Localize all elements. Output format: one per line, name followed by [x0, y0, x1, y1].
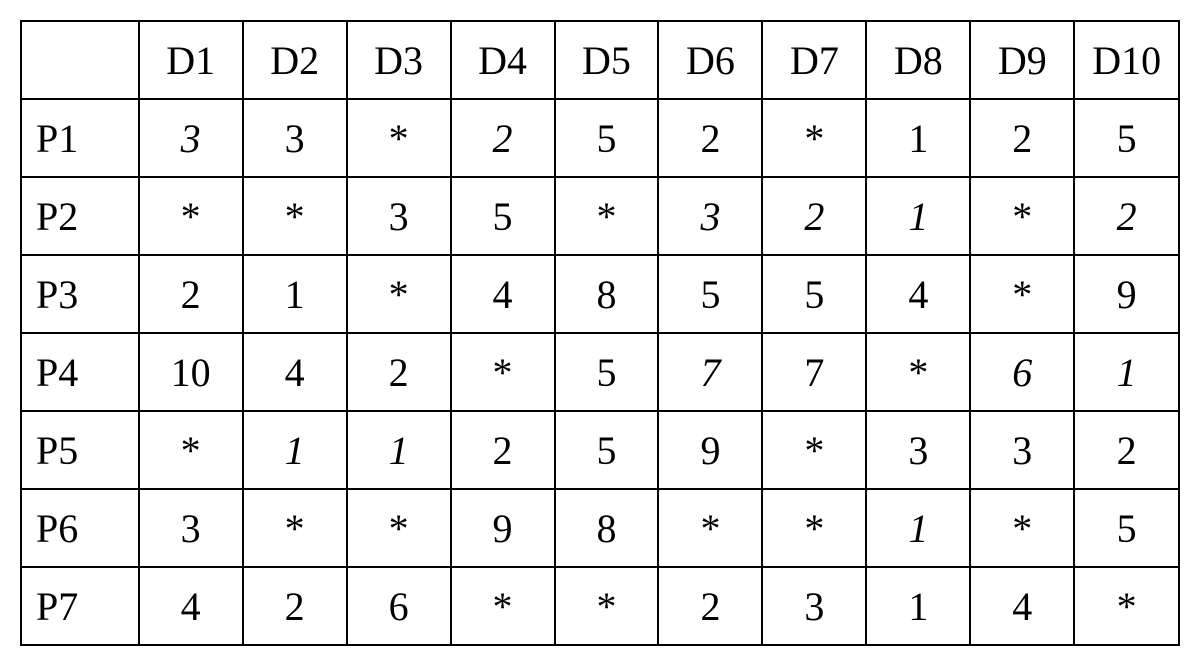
cell: * — [658, 489, 762, 567]
cell: * — [555, 177, 659, 255]
cell: 6 — [970, 333, 1074, 411]
cell: * — [451, 333, 555, 411]
row-header: P2 — [21, 177, 139, 255]
cell: 1 — [866, 567, 970, 645]
cell: 5 — [555, 411, 659, 489]
col-header: D10 — [1074, 21, 1179, 99]
cell: 2 — [139, 255, 243, 333]
cell: 3 — [243, 99, 347, 177]
cell: 1 — [243, 411, 347, 489]
row-header: P7 — [21, 567, 139, 645]
row-header: P5 — [21, 411, 139, 489]
data-table: D1 D2 D3 D4 D5 D6 D7 D8 D9 D10 P133*252*… — [20, 20, 1180, 646]
col-header: D7 — [762, 21, 866, 99]
cell: 1 — [866, 489, 970, 567]
table-row: P321*48554*9 — [21, 255, 1179, 333]
cell: 3 — [658, 177, 762, 255]
col-header: D8 — [866, 21, 970, 99]
col-header: D2 — [243, 21, 347, 99]
cell: 5 — [451, 177, 555, 255]
cell: 1 — [347, 411, 451, 489]
cell: 3 — [139, 489, 243, 567]
table-row: P5*11259*332 — [21, 411, 1179, 489]
row-header: P3 — [21, 255, 139, 333]
cell: * — [762, 411, 866, 489]
cell: * — [555, 567, 659, 645]
cell: * — [347, 99, 451, 177]
cell: 4 — [451, 255, 555, 333]
cell: 8 — [555, 255, 659, 333]
col-header: D6 — [658, 21, 762, 99]
cell: * — [243, 489, 347, 567]
cell: * — [139, 177, 243, 255]
cell: 5 — [1074, 489, 1179, 567]
cell: 2 — [658, 567, 762, 645]
cell: 8 — [555, 489, 659, 567]
cell: 5 — [762, 255, 866, 333]
cell: 4 — [866, 255, 970, 333]
cell: 2 — [1074, 411, 1179, 489]
cell: 9 — [1074, 255, 1179, 333]
cell: * — [970, 177, 1074, 255]
col-header: D1 — [139, 21, 243, 99]
cell: 1 — [243, 255, 347, 333]
cell: 3 — [970, 411, 1074, 489]
cell: 2 — [658, 99, 762, 177]
table-row: P133*252*125 — [21, 99, 1179, 177]
cell: 6 — [347, 567, 451, 645]
cell: 5 — [555, 333, 659, 411]
cell: * — [1074, 567, 1179, 645]
row-header: P6 — [21, 489, 139, 567]
cell: 5 — [658, 255, 762, 333]
cell: * — [139, 411, 243, 489]
cell: 9 — [658, 411, 762, 489]
cell: 7 — [762, 333, 866, 411]
cell: 4 — [970, 567, 1074, 645]
col-header: D5 — [555, 21, 659, 99]
col-header: D9 — [970, 21, 1074, 99]
cell: * — [347, 489, 451, 567]
cell: 7 — [658, 333, 762, 411]
cell: 3 — [866, 411, 970, 489]
cell: 3 — [139, 99, 243, 177]
cell: 4 — [139, 567, 243, 645]
cell: * — [970, 255, 1074, 333]
header-row: D1 D2 D3 D4 D5 D6 D7 D8 D9 D10 — [21, 21, 1179, 99]
cell: 5 — [555, 99, 659, 177]
cell: * — [762, 489, 866, 567]
cell: 1 — [1074, 333, 1179, 411]
col-header: D3 — [347, 21, 451, 99]
table-row: P2**35*321*2 — [21, 177, 1179, 255]
cell: 1 — [866, 177, 970, 255]
cell: 2 — [762, 177, 866, 255]
cell: 2 — [1074, 177, 1179, 255]
cell: * — [347, 255, 451, 333]
cell: 5 — [1074, 99, 1179, 177]
cell: 3 — [347, 177, 451, 255]
table-row: P63**98**1*5 — [21, 489, 1179, 567]
table-row: P7426**2314* — [21, 567, 1179, 645]
table-body: P133*252*125P2**35*321*2P321*48554*9P410… — [21, 99, 1179, 645]
header-blank — [21, 21, 139, 99]
row-header: P1 — [21, 99, 139, 177]
cell: 2 — [451, 411, 555, 489]
cell: * — [243, 177, 347, 255]
col-header: D4 — [451, 21, 555, 99]
cell: * — [762, 99, 866, 177]
cell: * — [970, 489, 1074, 567]
cell: * — [866, 333, 970, 411]
cell: * — [451, 567, 555, 645]
cell: 2 — [347, 333, 451, 411]
cell: 1 — [866, 99, 970, 177]
cell: 3 — [762, 567, 866, 645]
cell: 2 — [451, 99, 555, 177]
table-row: P41042*577*61 — [21, 333, 1179, 411]
cell: 9 — [451, 489, 555, 567]
cell: 2 — [970, 99, 1074, 177]
cell: 4 — [243, 333, 347, 411]
row-header: P4 — [21, 333, 139, 411]
cell: 10 — [139, 333, 243, 411]
cell: 2 — [243, 567, 347, 645]
